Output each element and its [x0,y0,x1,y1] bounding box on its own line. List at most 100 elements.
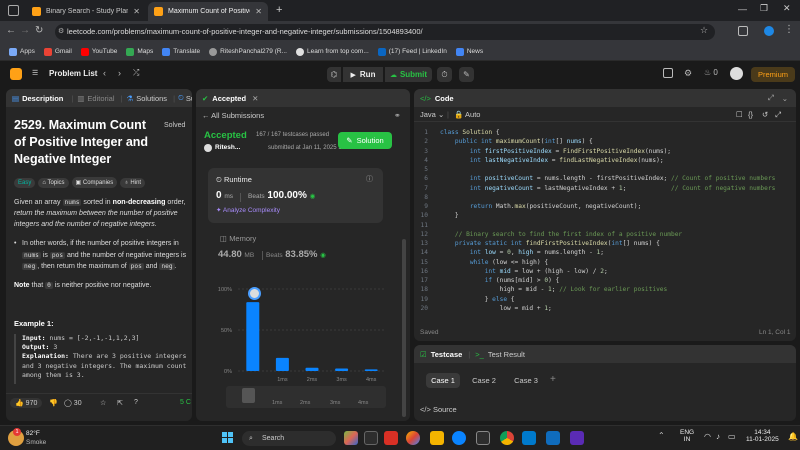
browser-menu-icon[interactable]: ⋮ [784,24,794,35]
chrome-icon[interactable] [500,431,514,445]
bookmark-apps[interactable]: Apps [9,47,35,56]
clock[interactable]: 14:34 11-01-2025 [746,429,779,443]
store-icon[interactable] [476,431,490,445]
back-arrow-icon[interactable]: ← [6,25,16,36]
profile-avatar-icon[interactable] [764,26,774,36]
problem-list-link[interactable]: Problem List [49,69,97,78]
timer-icon[interactable]: ⏱ [437,67,452,82]
widgets-app-icon[interactable] [344,431,358,445]
bookmark-learn[interactable]: Learn from top com... [295,47,369,56]
hint-tag[interactable]: ♁ Hint [120,178,146,188]
prev-problem-icon[interactable]: ‹ [103,68,106,78]
app-icon-blue[interactable] [546,431,560,445]
tab-solutions[interactable]: Solutions [136,94,167,103]
braces-icon[interactable]: {} [748,110,753,119]
dislike-icon[interactable]: 👎 [49,399,58,407]
tab-test-result[interactable]: Test Result [488,350,525,359]
site-info-icon[interactable]: ⚙ [58,24,64,40]
info-icon[interactable]: ⓘ [366,174,373,184]
browser-tab-binary-search[interactable]: Binary Search - Study Plan - Le ✕ [26,2,146,21]
browser-tab-maximum-count[interactable]: Maximum Count of Positive Inte ✕ [148,2,268,21]
all-submissions-link[interactable]: ← All Submissions [202,111,264,120]
topics-tag[interactable]: ⌂ Topics [38,178,69,188]
file-explorer-icon[interactable] [430,431,444,445]
tab-accepted[interactable]: Accepted [212,94,246,103]
bookmark-gmail[interactable]: Gmail [43,47,72,56]
leetcode-logo-icon[interactable] [10,68,22,80]
tab-testcase[interactable]: Testcase [431,350,463,359]
difficulty-badge[interactable]: Easy [14,178,36,188]
tray-chevron-icon[interactable]: ⌃ [658,431,665,440]
expand-icon[interactable]: ⤢ [768,93,774,103]
task-view-icon[interactable] [364,431,378,445]
shuffle-icon[interactable]: ⤮ [133,68,139,78]
chevron-down-icon[interactable]: ⌄ [782,94,788,103]
run-button[interactable]: ▶ Run [343,67,383,82]
language-select[interactable]: Java ⌄ [420,110,444,119]
close-icon[interactable]: ✕ [133,7,140,16]
chart-bar[interactable] [335,368,349,371]
code-editor[interactable]: 1 class Solution {2 public int maximumCou… [414,128,796,314]
forward-arrow-icon[interactable]: → [20,25,30,36]
chart-bar[interactable] [246,302,260,371]
battery-icon[interactable]: ▭ [728,432,736,441]
wifi-icon[interactable]: ◠ [704,432,711,441]
app-icon[interactable] [384,431,398,445]
chart-bar[interactable] [275,357,289,371]
tab-editorial[interactable]: Editorial [87,94,114,103]
streak-counter[interactable]: ♨ 0 [704,68,718,77]
case-1-tab[interactable]: Case 1 [426,373,460,388]
solution-button[interactable]: ✎ Solution [338,132,392,149]
tab-actions-icon[interactable] [8,5,19,16]
close-tab-icon[interactable]: ✕ [252,94,258,103]
chrome-alt-icon[interactable] [406,431,420,445]
window-close-icon[interactable]: ✕ [783,3,791,14]
minimize-icon[interactable]: — [738,4,747,14]
analyze-complexity-link[interactable]: ✦ Analyze Complexity [216,206,280,214]
url-field[interactable]: ⚙ leetcode.com/problems/maximum-count-of… [55,24,715,40]
companies-tag[interactable]: ▣ Companies [71,177,118,188]
undo-icon[interactable]: ↺ [762,110,768,119]
user-avatar[interactable] [730,67,743,80]
notifications-icon[interactable]: 🔔 [788,432,798,441]
new-tab-button[interactable]: + [276,4,282,16]
chart-bar[interactable] [364,369,378,371]
bookmark-translate[interactable]: Translate [162,47,200,56]
edge-icon[interactable] [452,431,466,445]
language-indicator[interactable]: ENG IN [680,429,694,443]
case-3-tab[interactable]: Case 3 [509,373,543,388]
bookmark-youtube[interactable]: YouTube [80,47,117,56]
case-2-tab[interactable]: Case 2 [467,373,501,388]
memory-label-row[interactable]: ◫ Memory [220,234,256,243]
speaker-icon[interactable]: ♪ [716,432,720,441]
runtime-card[interactable]: ⏲ Runtime ⓘ 0 ms Beats 100.00% ◉ ✦ Analy… [208,168,383,223]
fullscreen-icon[interactable]: ⤢ [775,110,781,120]
notes-icon[interactable]: ✎ [459,67,474,82]
tab-description[interactable]: Description [22,94,63,103]
submit-button[interactable]: ☁ Submit [385,67,432,82]
bookmark-icon[interactable]: ☐ [736,110,743,119]
chart-overview[interactable]: 1ms 2ms 3ms 4ms [226,386,386,408]
close-icon[interactable]: ✕ [255,7,262,16]
bookmark-news[interactable]: News [455,47,483,56]
layout-icon[interactable] [663,68,673,78]
list-icon[interactable]: ☰ [32,69,38,77]
help-icon[interactable]: ? [134,399,138,406]
maximize-icon[interactable]: ❐ [760,3,768,14]
debug-icon[interactable]: ⌬ [327,67,341,82]
favorite-star-icon[interactable]: ☆ [100,399,106,407]
add-case-button[interactable]: + [550,374,556,385]
windows-start-icon[interactable] [222,432,234,444]
extensions-icon[interactable] [738,26,748,36]
comments-button[interactable]: ◯ 30 [64,399,82,407]
source-toggle[interactable]: </> Source [420,405,457,414]
link-icon[interactable]: ⚭ [394,111,401,120]
tab-submissions[interactable]: Su [186,94,192,103]
reload-icon[interactable]: ↻ [35,25,43,36]
like-button[interactable]: 👍 970 [10,398,43,408]
premium-button[interactable]: Premium [751,67,795,82]
bookmark-star-icon[interactable]: ☆ [700,25,708,36]
taskbar-search[interactable]: ⌕ Search [242,431,336,446]
submitter-name[interactable]: Ritesh... [215,144,240,151]
settings-gear-icon[interactable]: ⚙ [684,68,692,79]
